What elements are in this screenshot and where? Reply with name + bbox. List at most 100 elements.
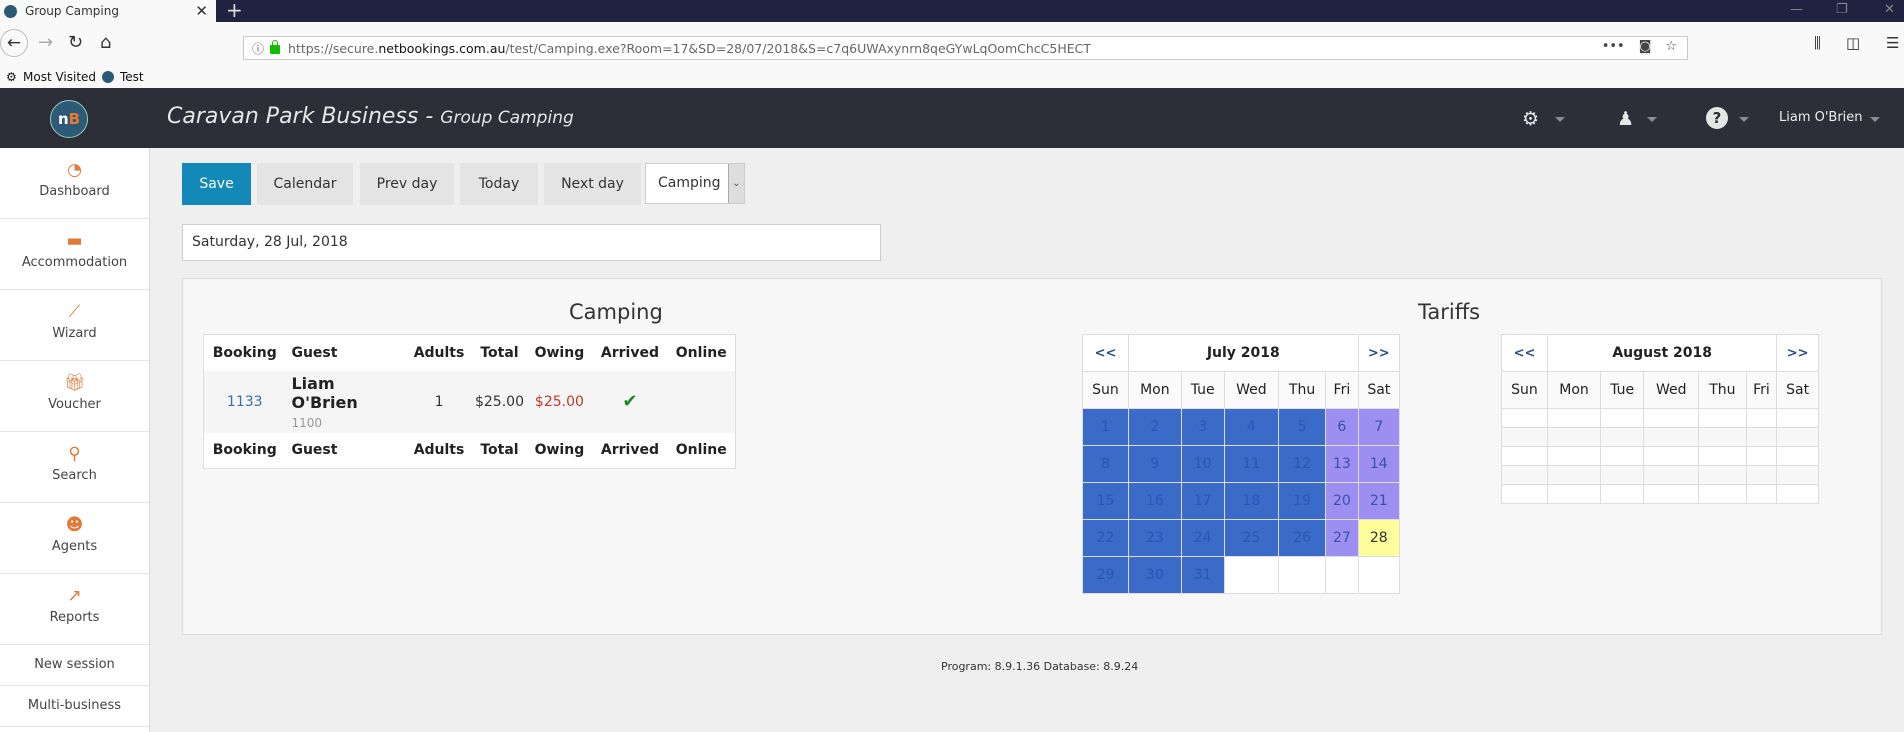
calendar-day[interactable]: 10	[1180, 445, 1225, 483]
calendar-day[interactable]: 22	[1082, 519, 1129, 557]
calendar-day[interactable]: 18	[1223, 482, 1280, 520]
weekday-fri: Fri	[1745, 371, 1778, 409]
adults-value: 1	[405, 370, 473, 433]
calendar-day[interactable]: 19	[1278, 482, 1327, 520]
calendar-day[interactable]: 11	[1223, 445, 1280, 483]
online-value	[667, 370, 736, 433]
bookmark-star-icon[interactable]: ☆	[1665, 39, 1677, 54]
pocket-icon[interactable]: ◙	[1639, 39, 1652, 54]
calendar-day[interactable]: 20	[1325, 482, 1359, 520]
calendar-day[interactable]: 26	[1278, 519, 1327, 557]
calendar-day[interactable]: 15	[1082, 482, 1129, 520]
save-button[interactable]: Save	[182, 163, 251, 205]
page-actions-icon[interactable]: •••	[1602, 39, 1625, 54]
table-row[interactable]: 1133 Liam O'Brien 1100 1 $25.00 $25.00 ✔	[203, 370, 736, 433]
home-icon[interactable]: ⌂	[100, 32, 111, 53]
today-button[interactable]: Today	[460, 163, 538, 205]
sidebar-item-wizard[interactable]: ⟋ Wizard	[0, 290, 149, 361]
forward-icon[interactable]: →	[38, 32, 53, 53]
empty-day	[1643, 427, 1700, 447]
browser-tab[interactable]: Group Camping ✕	[0, 0, 216, 22]
window-close-icon[interactable]: ✕	[1884, 2, 1895, 17]
empty-day	[1643, 408, 1700, 428]
empty-day	[1501, 465, 1548, 485]
next-month-button[interactable]: >>	[1776, 334, 1819, 372]
chevron-down-icon[interactable]	[1739, 117, 1749, 122]
empty-day	[1600, 408, 1645, 428]
calendar-day[interactable]: 7	[1357, 408, 1401, 446]
calendar-day[interactable]: 24	[1180, 519, 1225, 557]
library-icon[interactable]: ⫼	[1814, 34, 1821, 52]
back-icon[interactable]: ←	[0, 29, 28, 57]
sidebar-item-voucher[interactable]: 🎁︎ Voucher	[0, 361, 149, 432]
calendar-day[interactable]: 16	[1128, 482, 1182, 520]
chevron-down-icon[interactable]	[1647, 117, 1657, 122]
empty-day	[1698, 465, 1747, 485]
bookmark-test[interactable]: Test	[120, 70, 144, 84]
calendar-day[interactable]: 23	[1128, 519, 1182, 557]
sidebar-link-multi-business[interactable]: Multi-business	[0, 686, 149, 727]
arrived-check-icon: ✔	[592, 370, 668, 433]
user-menu[interactable]: Liam O'Brien	[1779, 110, 1863, 125]
date-field[interactable]: Saturday, 28 Jul, 2018	[182, 224, 881, 261]
sidebar-toggle-icon[interactable]: ◫	[1846, 34, 1860, 52]
calendar-day[interactable]: 8	[1082, 445, 1129, 483]
room-type-select[interactable]: Camping ⌄	[645, 163, 745, 204]
calendar-day[interactable]: 4	[1223, 408, 1280, 446]
calendar-day[interactable]: 31	[1180, 556, 1225, 594]
sidebar-label: Dashboard	[39, 184, 110, 199]
url-path: /test/Camping.exe?Room=17&SD=28/07/2018&…	[505, 40, 1091, 56]
calendar-day[interactable]: 3	[1180, 408, 1225, 446]
calendar-day[interactable]: 21	[1357, 482, 1401, 520]
prev-month-button[interactable]: <<	[1082, 334, 1129, 372]
table-footer-row: Booking Guest Adults Total Owing Arrived…	[204, 433, 736, 469]
ninja-user-icon[interactable]: ♟	[1617, 108, 1634, 130]
calendar-day[interactable]: 1	[1082, 408, 1129, 446]
new-tab-icon[interactable]: +	[226, 0, 243, 22]
calendar-day[interactable]: 25	[1223, 519, 1280, 557]
selected-day[interactable]: 28	[1357, 519, 1401, 557]
chevron-down-icon[interactable]	[1555, 117, 1565, 122]
next-month-button[interactable]: >>	[1357, 334, 1401, 372]
calendar-day[interactable]: 6	[1325, 408, 1359, 446]
restore-icon[interactable]: ❐	[1836, 2, 1848, 17]
calendar-day[interactable]: 30	[1128, 556, 1182, 594]
reload-icon[interactable]: ↻	[68, 32, 83, 53]
booking-link[interactable]: 1133	[203, 370, 286, 433]
sidebar-item-accommodation[interactable]: ▬ Accommodation	[0, 219, 149, 290]
calendar-week: 8 9 10 11 12 13 14	[1082, 445, 1401, 483]
info-icon[interactable]: ⓘ	[252, 40, 264, 57]
empty-day	[1357, 556, 1401, 594]
close-tab-icon[interactable]: ✕	[195, 2, 208, 20]
sidebar-label: Wizard	[52, 326, 97, 341]
help-icon[interactable]: ?	[1706, 107, 1728, 129]
chevron-down-icon[interactable]: ⌄	[728, 164, 744, 203]
next-day-button[interactable]: Next day	[544, 163, 641, 205]
prev-month-button[interactable]: <<	[1501, 334, 1548, 372]
prev-day-button[interactable]: Prev day	[360, 163, 454, 205]
calendar-day[interactable]: 17	[1180, 482, 1225, 520]
minimize-icon[interactable]: —	[1790, 2, 1803, 17]
settings-gears-icon[interactable]: ⚙	[1522, 108, 1539, 130]
sidebar-link-new-session[interactable]: New session	[0, 645, 149, 686]
sidebar-item-search[interactable]: ⚲ Search	[0, 432, 149, 503]
calendar-day[interactable]: 29	[1082, 556, 1129, 594]
logo[interactable]: nB	[50, 100, 88, 138]
august-days	[1501, 408, 1819, 504]
chevron-down-icon[interactable]	[1870, 117, 1880, 122]
calendar-day[interactable]: 27	[1325, 519, 1359, 557]
bookmark-most-visited[interactable]: Most Visited	[23, 70, 96, 84]
sidebar-item-agents[interactable]: ☻ Agents	[0, 503, 149, 574]
calendar-day[interactable]: 2	[1128, 408, 1182, 446]
calendar-day[interactable]: 5	[1278, 408, 1327, 446]
calendar-day[interactable]: 9	[1128, 445, 1182, 483]
calendar-button[interactable]: Calendar	[257, 163, 353, 205]
menu-icon[interactable]: ☰	[1886, 34, 1899, 52]
calendar-day[interactable]: 13	[1325, 445, 1359, 483]
calendar-day[interactable]: 14	[1357, 445, 1401, 483]
sidebar-item-dashboard[interactable]: ◔ Dashboard	[0, 148, 149, 219]
sidebar-item-reports[interactable]: ↗ Reports	[0, 574, 149, 645]
url-prefix: https://secure.	[288, 40, 379, 56]
url-bar[interactable]: ⓘ https://secure. netbookings.com.au/test…	[243, 36, 1688, 60]
calendar-day[interactable]: 12	[1278, 445, 1327, 483]
